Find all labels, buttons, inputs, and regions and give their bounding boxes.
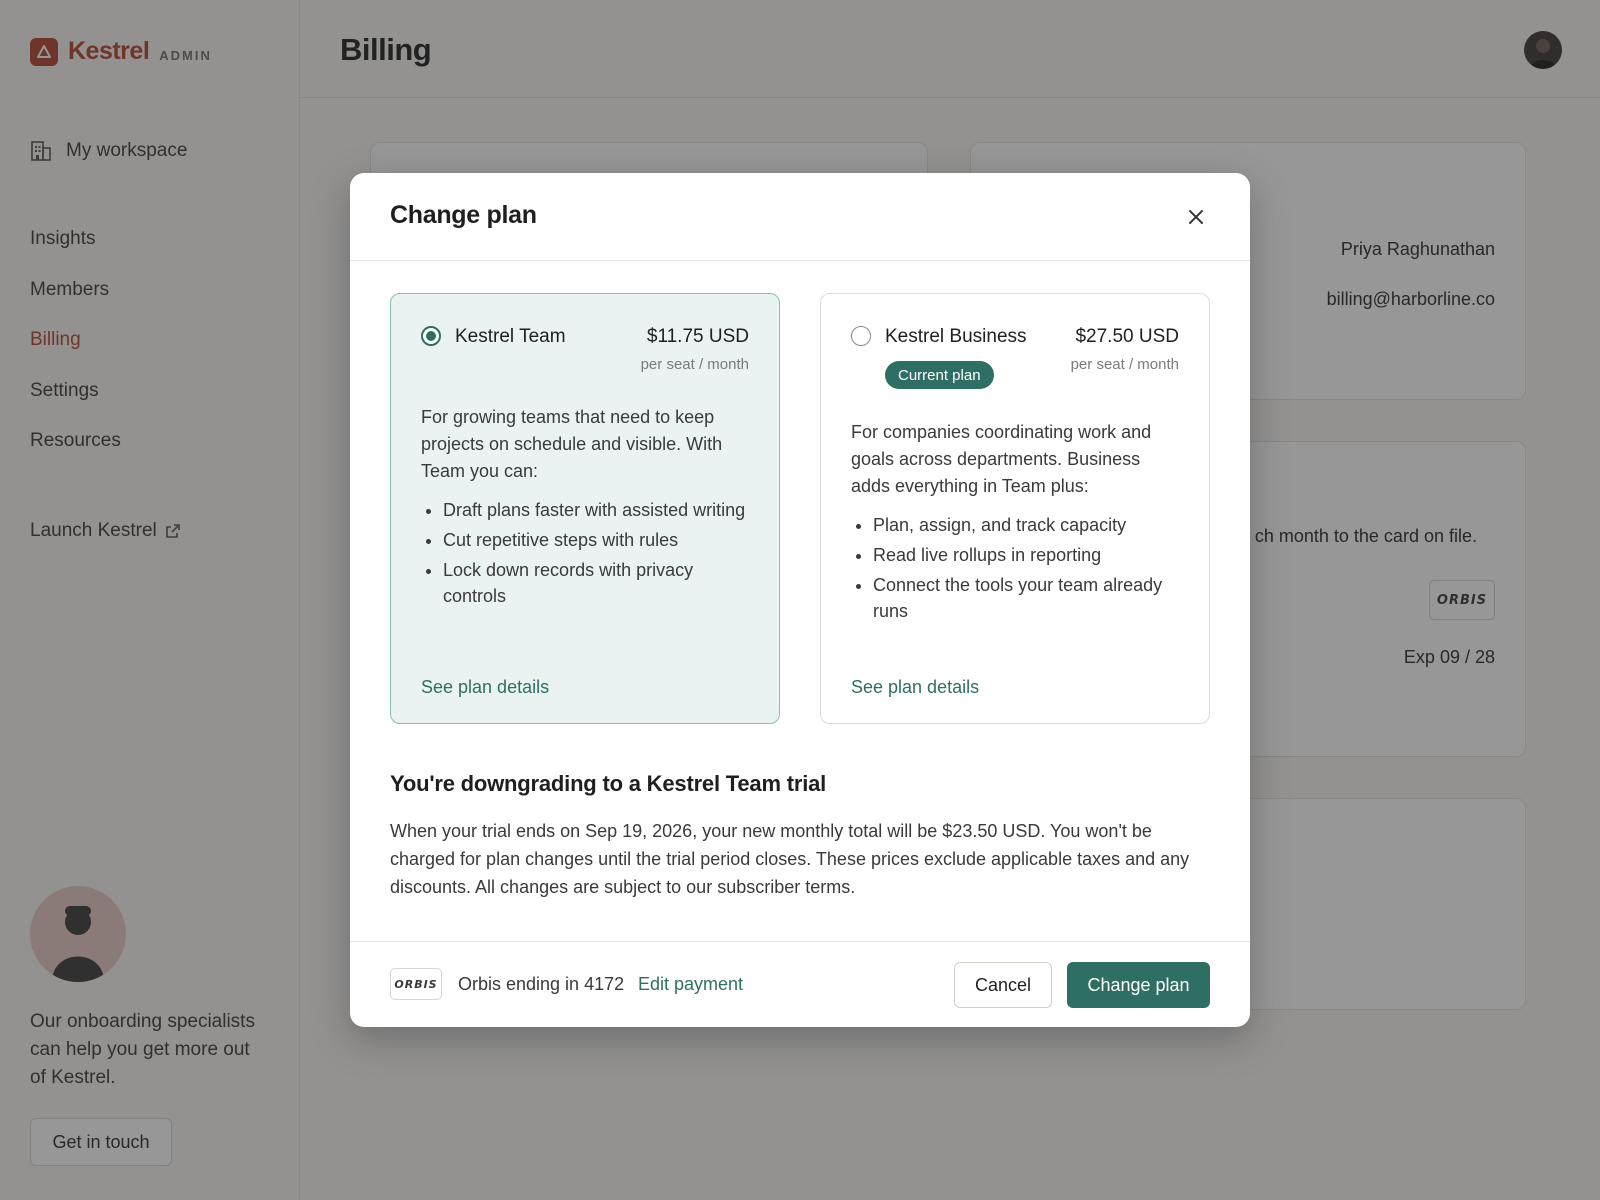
plan-option-business[interactable]: Kestrel Business $27.50 USD per seat / m… <box>820 293 1210 724</box>
dialog-header: Change plan <box>350 173 1250 261</box>
plan-feature: Connect the tools your team already runs <box>873 572 1179 624</box>
plan-name: Kestrel Business <box>885 326 1027 347</box>
change-plan-button[interactable]: Change plan <box>1067 962 1210 1008</box>
orbis-card-icon: ORBIS <box>390 968 442 1000</box>
plan-name: Kestrel Team <box>455 326 566 347</box>
dialog-title: Change plan <box>390 201 537 229</box>
plan-description: For companies coordinating work and goal… <box>851 422 1152 496</box>
plan-radio-team[interactable] <box>421 326 441 346</box>
change-plan-dialog: Change plan Kestrel Team $11.75 USD per … <box>350 173 1250 1027</box>
cancel-button[interactable]: Cancel <box>954 962 1052 1008</box>
plan-price-unit: per seat / month <box>1070 356 1179 373</box>
see-plan-details-link[interactable]: See plan details <box>851 677 979 698</box>
close-icon <box>1189 210 1203 224</box>
payment-card-text: Orbis ending in 4172 <box>458 974 625 994</box>
plan-feature: Lock down records with privacy controls <box>443 557 749 609</box>
plan-feature-list: Draft plans faster with assisted writing… <box>421 497 749 613</box>
plan-feature: Read live rollups in reporting <box>873 542 1179 568</box>
plan-description: For growing teams that need to keep proj… <box>421 407 723 481</box>
card-brand-label: ORBIS <box>394 977 438 991</box>
close-button[interactable] <box>1178 199 1214 235</box>
downgrade-title: You're downgrading to a Kestrel Team tri… <box>390 771 827 796</box>
see-plan-details-link[interactable]: See plan details <box>421 677 549 698</box>
plan-feature: Draft plans faster with assisted writing <box>443 497 749 523</box>
plan-price: $11.75 USD <box>646 326 749 347</box>
dialog-footer: ORBIS Orbis ending in 4172 Edit payment … <box>350 941 1250 1027</box>
downgrade-description: When your trial ends on Sep 19, 2026, yo… <box>390 821 1190 897</box>
plan-price-unit: per seat / month <box>640 356 749 373</box>
plan-feature: Plan, assign, and track capacity <box>873 512 1179 538</box>
plan-feature-list: Plan, assign, and track capacity Read li… <box>851 512 1179 628</box>
plan-price: $27.50 USD <box>1075 326 1179 347</box>
plan-option-team[interactable]: Kestrel Team $11.75 USD per seat / month… <box>390 293 780 724</box>
edit-payment-link[interactable]: Edit payment <box>638 974 743 995</box>
plan-radio-business[interactable] <box>851 326 871 346</box>
current-plan-badge: Current plan <box>885 361 994 389</box>
plan-feature: Cut repetitive steps with rules <box>443 527 749 553</box>
